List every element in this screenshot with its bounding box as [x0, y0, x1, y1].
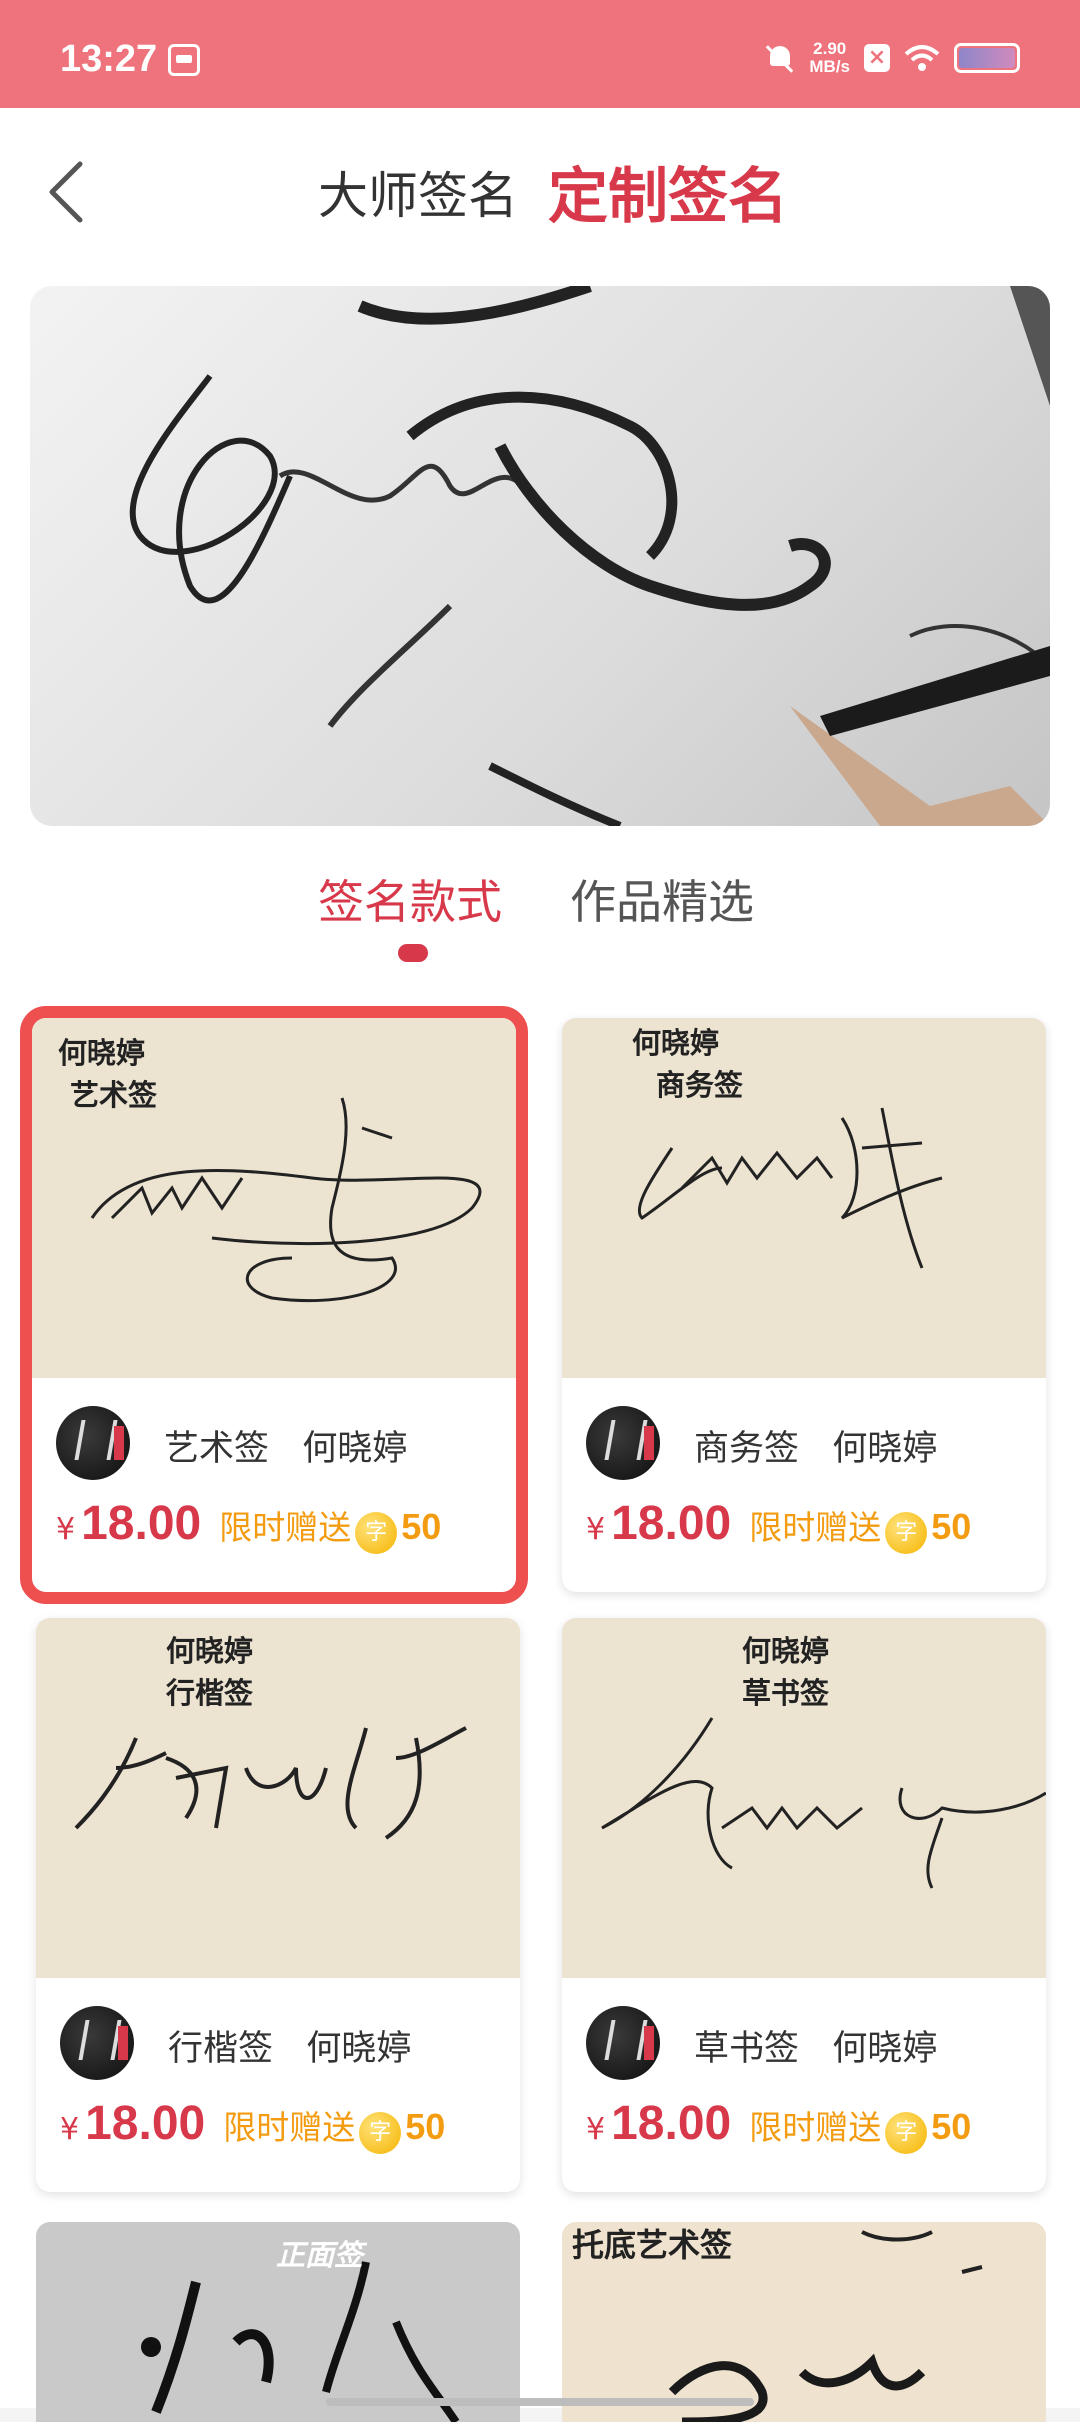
battery-icon	[954, 43, 1020, 73]
coin-amount: 50	[405, 2106, 446, 2147]
network-speed: 2.90 MB/s	[809, 40, 850, 76]
card-author: 何晓婷	[832, 1429, 938, 1469]
home-indicator[interactable]	[326, 2398, 754, 2406]
image-label-type: 商务签	[656, 1068, 744, 1102]
signature-preview-image: 何晓婷 草书签	[562, 1618, 1046, 1978]
card-info: 艺术签 何晓婷 ¥ 18.00 限时赠送 字 50	[32, 1378, 516, 1592]
card-info: 草书签 何晓婷 ¥ 18.00 限时赠送 字 50	[562, 1978, 1046, 2192]
card-author: 何晓婷	[306, 2029, 412, 2069]
product-card[interactable]: 何晓婷 商务签 商务签 何晓婷 ¥ 18.00 限时赠送 字 50	[562, 1018, 1046, 1592]
sim-off-icon: ×	[864, 44, 890, 72]
status-bar: 13:27 2.90 MB/s ×	[0, 0, 1080, 108]
image-label: 何晓婷 行楷签	[166, 1630, 253, 1714]
product-card-partial[interactable]: 正面签	[36, 2222, 520, 2422]
status-icons: 2.90 MB/s ×	[765, 40, 1020, 76]
author-avatar	[586, 1406, 660, 1480]
image-label-type: 艺术签	[70, 1078, 158, 1112]
price-row: ¥ 18.00 限时赠送 字 50	[586, 1496, 971, 1554]
currency-symbol: ¥	[60, 2112, 80, 2147]
network-speed-unit: MB/s	[809, 57, 850, 76]
coin-icon: 字	[359, 2112, 402, 2154]
currency-symbol: ¥	[586, 1512, 606, 1547]
tab-master-signature[interactable]: 大师签名	[318, 156, 518, 228]
card-title: 行楷签 何晓婷	[168, 2020, 411, 2071]
author-avatar	[56, 1406, 130, 1480]
coin-amount: 50	[931, 1506, 972, 1547]
network-speed-value: 2.90	[813, 39, 847, 58]
card-title: 商务签 何晓婷	[694, 1420, 937, 1471]
image-label: 正面签	[276, 2238, 364, 2272]
signature-preview-image: 何晓婷 行楷签	[36, 1618, 520, 1978]
product-card[interactable]: 何晓婷 艺术签 艺术签 何晓婷 ¥ 18.00 限时赠送 字 50	[20, 1006, 528, 1604]
price: 18.00	[611, 1497, 732, 1550]
back-arrow-icon[interactable]	[38, 152, 98, 232]
tab-custom-signature[interactable]: 定制签名	[548, 148, 788, 235]
card-style: 行楷签	[168, 2029, 274, 2069]
image-label-type: 草书签	[742, 1676, 830, 1710]
card-author: 何晓婷	[302, 1429, 408, 1469]
card-title: 草书签 何晓婷	[694, 2020, 937, 2071]
currency-symbol: ¥	[586, 2112, 606, 2147]
coin-icon: 字	[355, 1512, 398, 1554]
card-info: 商务签 何晓婷 ¥ 18.00 限时赠送 字 50	[562, 1378, 1046, 1592]
image-label: 托底艺术签	[572, 2226, 733, 2264]
content: 签名款式 作品精选 何晓婷 艺术签 艺术签 何晓婷 ¥ 18.00 限时赠送 字…	[0, 286, 1080, 2422]
price: 18.00	[81, 1497, 202, 1550]
author-avatar	[586, 2006, 660, 2080]
image-label: 何晓婷 草书签	[742, 1630, 829, 1714]
promo-label: 限时赠送	[219, 1508, 352, 1547]
banner-image[interactable]	[30, 286, 1050, 826]
coin-icon: 字	[885, 1512, 928, 1554]
price: 18.00	[611, 2097, 732, 2150]
currency-symbol: ¥	[56, 1512, 76, 1547]
coin-amount: 50	[401, 1506, 442, 1547]
coin-icon: 字	[885, 2112, 928, 2154]
image-label-name: 何晓婷	[166, 1634, 254, 1668]
coin-amount: 50	[931, 2106, 972, 2147]
image-label-name: 何晓婷	[58, 1036, 146, 1070]
wifi-icon	[904, 45, 940, 71]
image-label-name: 何晓婷	[742, 1634, 830, 1668]
card-style: 商务签	[694, 1429, 800, 1469]
card-style: 艺术签	[164, 1429, 270, 1469]
image-label-type: 行楷签	[166, 1676, 254, 1710]
product-card[interactable]: 何晓婷 草书签 草书签 何晓婷 ¥ 18.00 限时赠送 字 50	[562, 1618, 1046, 2192]
tab-signature-style[interactable]: 签名款式	[318, 866, 502, 932]
calendar-icon	[168, 44, 200, 76]
card-info: 行楷签 何晓婷 ¥ 18.00 限时赠送 字 50	[36, 1978, 520, 2192]
promo-label: 限时赠送	[749, 1508, 882, 1547]
header: 大师签名 定制签名	[0, 108, 1080, 286]
mute-bell-icon	[765, 43, 795, 73]
card-style: 草书签	[694, 2029, 800, 2069]
card-author: 何晓婷	[832, 2029, 938, 2069]
tab-active-indicator	[398, 944, 428, 962]
tab-selected-works[interactable]: 作品精选	[570, 866, 754, 932]
price-row: ¥ 18.00 限时赠送 字 50	[586, 2096, 971, 2154]
author-avatar	[60, 2006, 134, 2080]
product-card-partial[interactable]: 托底艺术签	[562, 2222, 1046, 2422]
price: 18.00	[85, 2097, 206, 2150]
status-time: 13:27	[60, 38, 158, 80]
product-card[interactable]: 何晓婷 行楷签 行楷签 何晓婷 ¥ 18.00 限时赠送 字 50	[36, 1618, 520, 2192]
signature-preview-image: 何晓婷 商务签	[562, 1018, 1046, 1378]
promo-label: 限时赠送	[749, 2108, 882, 2147]
promo-label: 限时赠送	[223, 2108, 356, 2147]
price-row: ¥ 18.00 限时赠送 字 50	[60, 2096, 445, 2154]
signature-preview-image: 何晓婷 艺术签	[32, 1018, 516, 1378]
image-label: 何晓婷 商务签	[632, 1022, 743, 1106]
price-row: ¥ 18.00 限时赠送 字 50	[56, 1496, 441, 1554]
image-label-name: 何晓婷	[632, 1026, 720, 1060]
card-title: 艺术签 何晓婷	[164, 1420, 407, 1471]
image-label: 何晓婷 艺术签	[58, 1032, 157, 1116]
